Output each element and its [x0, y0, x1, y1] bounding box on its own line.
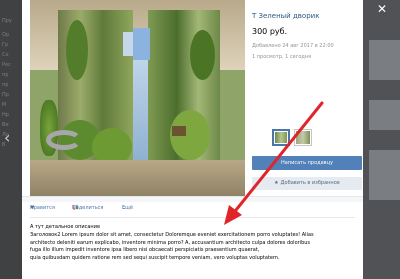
description-text: Заголовок2 Lorem ipsum dolor sit amet, c… — [30, 232, 355, 262]
description-line: architecto deleniti earum explicabo, inv… — [30, 239, 311, 246]
add-favorite-label: Добавить в избранное — [280, 180, 340, 186]
bg-block — [369, 100, 400, 130]
description-line: fuga illo illum impedit inventore ipsa l… — [30, 247, 260, 253]
product-photo[interactable] — [30, 0, 245, 196]
bg-fragment: М — [2, 102, 7, 108]
item-title: Т Зеленый дворик — [252, 12, 320, 20]
item-views: 1 просмотр, 1 сегодня — [252, 54, 312, 60]
item-price: 300 руб. — [252, 27, 288, 36]
background-right-panel: ✕ — [363, 0, 400, 279]
close-icon[interactable]: ✕ — [377, 2, 387, 16]
description-line: quia quibusdam quidem ratione rem sed se… — [30, 254, 280, 261]
chevron-down-icon: ⌄ — [122, 205, 127, 211]
thumbnail-2[interactable] — [294, 129, 312, 146]
bg-block — [369, 40, 400, 80]
item-info: Т Зеленый дворик 300 руб. Добавлено 24 а… — [252, 0, 363, 196]
description-title: А тут детальное описание — [30, 224, 101, 230]
share-label: Поделиться — [72, 205, 104, 211]
star-icon: ★ — [274, 180, 279, 186]
bg-fragment: Ор — [2, 32, 10, 38]
photo-bush — [66, 20, 88, 80]
bg-block — [369, 150, 400, 200]
bg-fragment: Пр — [2, 92, 9, 98]
item-date: Добавлено 24 авг 2017 в 22:00 — [252, 43, 334, 49]
actions-divider — [30, 217, 355, 218]
photo-area — [22, 0, 245, 196]
photo-bush — [190, 30, 215, 80]
bg-fragment: Пру — [2, 18, 12, 24]
bg-fragment: пр — [2, 72, 9, 78]
photo-floor — [30, 160, 245, 196]
description-line: Заголовок2 Lorem ipsum dolor sit amet, c… — [30, 232, 314, 238]
photo-pot — [172, 126, 186, 136]
add-favorite-button[interactable]: ★ Добавить в избранное — [252, 177, 362, 190]
thumbnail-1[interactable] — [272, 129, 290, 146]
photo-blur — [123, 32, 133, 56]
bg-fragment: Гр — [2, 42, 9, 48]
chevron-left-icon[interactable]: ‹ — [4, 128, 10, 147]
bg-fragment: Рес — [2, 62, 11, 68]
section-divider — [22, 196, 363, 202]
like-label: Нравится — [30, 205, 55, 211]
message-seller-button[interactable]: Написать продавцу — [252, 156, 362, 170]
photo-logo — [46, 130, 82, 150]
bg-fragment: Нр — [2, 112, 9, 118]
bg-fragment: пр — [2, 82, 9, 88]
bg-fragment: Со — [2, 52, 9, 58]
photo-blur — [133, 28, 150, 60]
